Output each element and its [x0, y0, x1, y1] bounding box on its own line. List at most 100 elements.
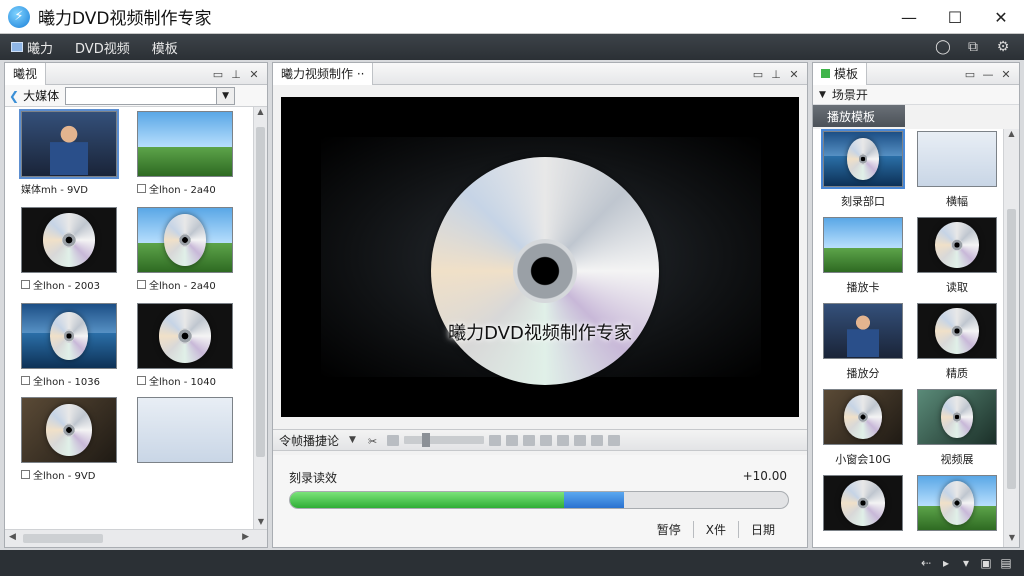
- template-thumbnail[interactable]: [821, 129, 905, 189]
- media-thumbnail-item[interactable]: 全lhon - 2a40: [137, 111, 237, 196]
- stop-icon[interactable]: [505, 434, 518, 446]
- folder-icon[interactable]: ▣: [976, 556, 996, 570]
- template-item[interactable]: [823, 475, 907, 531]
- scroll-up-icon[interactable]: ▲: [1004, 129, 1019, 143]
- volume-icon[interactable]: [607, 434, 620, 446]
- maximize-button[interactable]: ☐: [932, 0, 978, 34]
- template-scrollbar[interactable]: ▲ ▼: [1003, 129, 1019, 547]
- tree-node-scene[interactable]: ▼ 场景开: [813, 85, 1019, 105]
- media-checkbox[interactable]: [137, 376, 146, 385]
- chat-icon[interactable]: ◯: [928, 39, 958, 55]
- media-checkbox[interactable]: [21, 280, 30, 289]
- media-thumbnail-item[interactable]: 媒体mh - 9VD: [19, 109, 121, 196]
- panel-menu-icon[interactable]: ▭: [749, 68, 767, 81]
- media-filter-input[interactable]: [65, 86, 218, 105]
- template-item[interactable]: 小窗会10G: [823, 389, 907, 467]
- template-thumbnail[interactable]: [823, 217, 903, 273]
- template-item[interactable]: 精质: [917, 303, 1001, 381]
- window-icon[interactable]: ▤: [996, 556, 1016, 570]
- play-icon[interactable]: ▸: [936, 556, 956, 570]
- panel-close-icon[interactable]: ✕: [785, 68, 803, 81]
- media-checkbox[interactable]: [21, 376, 30, 385]
- minimize-panel-icon[interactable]: —: [979, 68, 997, 81]
- media-thumbnail-item[interactable]: 全lhon - 1040: [137, 303, 237, 388]
- template-item[interactable]: 播放分: [823, 303, 907, 381]
- panel-menu-icon[interactable]: ▭: [209, 68, 227, 81]
- video-preview[interactable]: 曦力DVD视频制作专家: [281, 97, 799, 417]
- media-checkbox[interactable]: [21, 470, 30, 479]
- file-button[interactable]: X件: [692, 521, 738, 538]
- template-thumbnail[interactable]: [823, 303, 903, 359]
- media-thumbnail-image[interactable]: [21, 303, 117, 369]
- template-thumbnail[interactable]: [917, 131, 997, 187]
- template-thumbnail[interactable]: [823, 475, 903, 531]
- close-button[interactable]: ✕: [978, 0, 1024, 34]
- template-item[interactable]: [917, 475, 1001, 531]
- scroll-down-icon[interactable]: ▼: [1004, 533, 1020, 547]
- media-checkbox[interactable]: [137, 184, 146, 193]
- template-thumbnail[interactable]: [917, 389, 997, 445]
- template-category-header[interactable]: 播放模板: [813, 105, 905, 127]
- pin-icon[interactable]: ⊥: [227, 68, 245, 81]
- tab-video-production[interactable]: 曦力视频制作 ··: [273, 62, 374, 85]
- tab-media[interactable]: 曦视: [5, 62, 47, 85]
- media-filter-label[interactable]: ❮ 大媒体: [9, 87, 59, 104]
- template-thumbnail[interactable]: [823, 389, 903, 445]
- panel-close-icon[interactable]: ✕: [997, 68, 1015, 81]
- cut-icon[interactable]: ✂: [368, 435, 382, 448]
- expand-triangle-icon[interactable]: ▼: [819, 90, 826, 100]
- template-thumbnail[interactable]: [917, 217, 997, 273]
- scroll-thumb[interactable]: [1007, 209, 1016, 489]
- template-thumbnail[interactable]: [917, 475, 997, 531]
- template-item[interactable]: 读取: [917, 217, 1001, 295]
- end-icon[interactable]: [573, 434, 586, 446]
- menu-item-app[interactable]: 曦力: [0, 34, 64, 60]
- back-icon[interactable]: ⇠: [916, 556, 936, 570]
- menu-item-template[interactable]: 模板: [141, 34, 189, 60]
- timeline-slider[interactable]: [403, 433, 484, 447]
- settings-icon[interactable]: ⚙: [988, 39, 1018, 55]
- play-icon[interactable]: [488, 434, 501, 446]
- pin-icon[interactable]: ⊥: [767, 68, 785, 81]
- media-thumbnail-image[interactable]: [137, 207, 233, 273]
- media-vertical-scrollbar[interactable]: ▲ ▼: [253, 107, 267, 531]
- template-item[interactable]: 刻录部口: [821, 129, 907, 209]
- pause-button[interactable]: 暂停: [645, 521, 693, 538]
- template-item[interactable]: 播放卡: [823, 217, 907, 295]
- scroll-thumb[interactable]: [256, 127, 265, 457]
- template-item[interactable]: 横幅: [917, 131, 1001, 209]
- date-button[interactable]: 日期: [737, 521, 787, 538]
- media-thumbnail-image[interactable]: [21, 397, 117, 463]
- menu-item-dvd-video[interactable]: DVD视频: [64, 34, 141, 60]
- media-thumbnail-item[interactable]: 全lhon - 2003: [21, 207, 121, 292]
- next-icon[interactable]: [539, 434, 552, 446]
- panel-menu-icon[interactable]: ▭: [961, 68, 979, 81]
- media-thumbnail-item[interactable]: 全lhon - 9VD: [21, 397, 121, 482]
- share-icon[interactable]: ⧉: [958, 39, 988, 55]
- template-item[interactable]: 视频展: [917, 389, 1001, 467]
- media-thumbnail-image[interactable]: [137, 303, 233, 369]
- media-thumbnail-item[interactable]: 全lhon - 1036: [21, 303, 121, 388]
- media-thumbnail-item[interactable]: 全lhon - 2a40: [137, 207, 237, 292]
- scroll-right-icon[interactable]: ▶: [242, 532, 249, 542]
- media-thumbnail-image[interactable]: [19, 109, 119, 179]
- scroll-up-icon[interactable]: ▲: [254, 107, 267, 121]
- scroll-left-icon[interactable]: ◀: [9, 532, 16, 542]
- loop-icon[interactable]: [590, 434, 603, 446]
- forward-icon[interactable]: [556, 434, 569, 446]
- minimize-button[interactable]: —: [886, 0, 932, 34]
- chevron-down-icon[interactable]: ▼: [217, 86, 236, 105]
- chevron-down-icon[interactable]: ▼: [349, 435, 356, 445]
- tab-templates[interactable]: 模板: [813, 62, 868, 85]
- pause-icon[interactable]: [522, 434, 535, 446]
- frame-back-icon[interactable]: [386, 434, 399, 446]
- media-thumbnail-item[interactable]: [137, 397, 237, 463]
- template-thumbnail[interactable]: [917, 303, 997, 359]
- media-thumbnail-image[interactable]: [137, 111, 233, 177]
- media-checkbox[interactable]: [137, 280, 146, 289]
- hscroll-thumb[interactable]: [23, 534, 103, 543]
- wifi-icon[interactable]: ▾: [956, 556, 976, 570]
- media-horizontal-scrollbar[interactable]: ◀ ▶: [5, 529, 267, 547]
- media-thumbnail-image[interactable]: [21, 207, 117, 273]
- media-thumbnail-image[interactable]: [137, 397, 233, 463]
